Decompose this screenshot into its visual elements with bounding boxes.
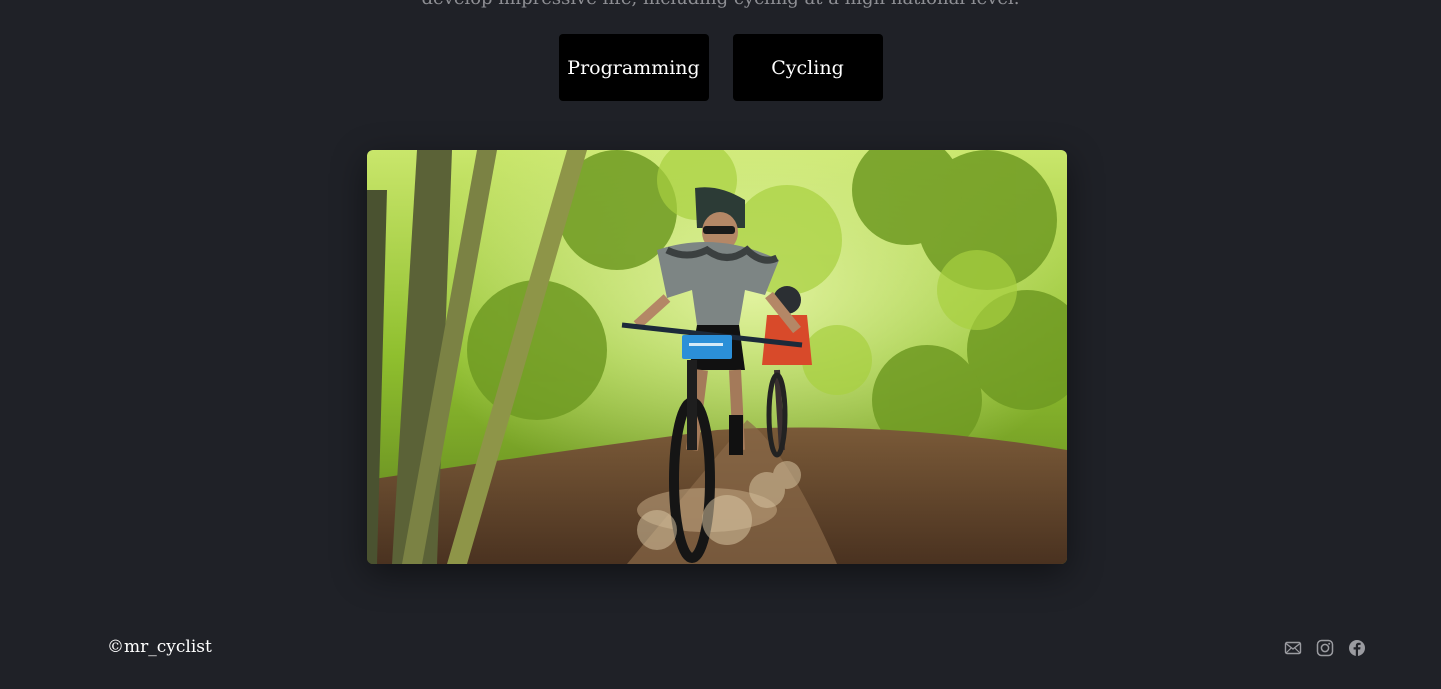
cyclist-photo [367, 150, 1067, 564]
page: develop impressive life, including cycli… [0, 0, 1441, 689]
instagram-icon[interactable] [1316, 639, 1334, 657]
intro-text: develop impressive life, including cycli… [0, 0, 1441, 9]
mail-icon[interactable] [1284, 639, 1302, 657]
social-links [1284, 639, 1366, 657]
facebook-icon[interactable] [1348, 639, 1366, 657]
tab-cycling[interactable]: Cycling [732, 34, 883, 101]
footer-copyright: ©mr_cyclist [107, 637, 212, 657]
tab-programming[interactable]: Programming [558, 34, 709, 101]
hero-image [367, 150, 1067, 564]
category-tabs: Programming Cycling [0, 34, 1441, 101]
